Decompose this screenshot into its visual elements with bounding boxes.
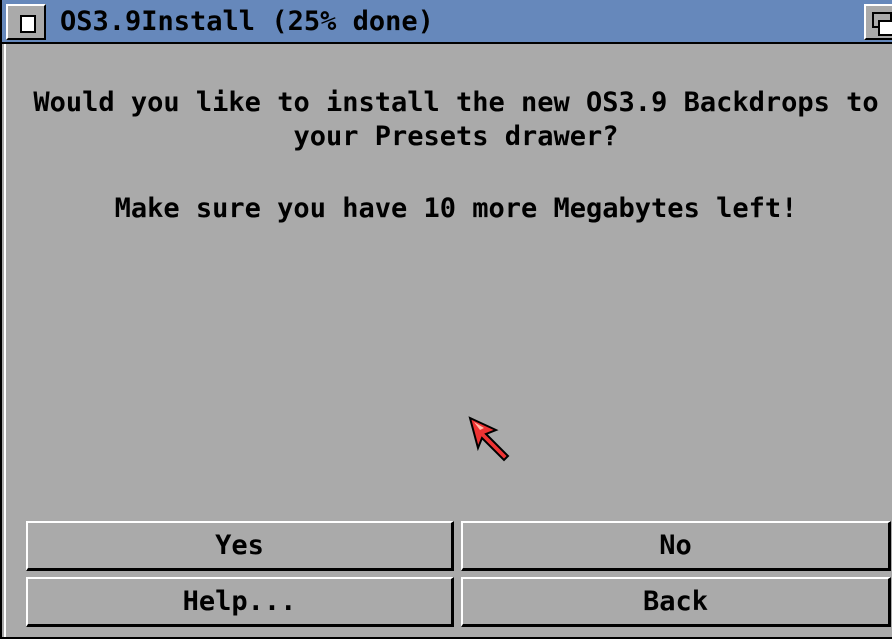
- back-button[interactable]: Back: [461, 577, 891, 627]
- mouse-pointer-icon: [468, 416, 510, 462]
- installer-window: OS3.9Install (25% done) Would you like t…: [0, 0, 892, 639]
- title-bar[interactable]: OS3.9Install (25% done): [2, 0, 892, 44]
- help-button[interactable]: Help...: [26, 577, 454, 627]
- close-icon: [20, 15, 36, 33]
- depth-gadget[interactable]: [864, 4, 892, 40]
- window-left-border: [4, 44, 10, 637]
- disk-space-warning: Make sure you have 10 more Megabytes lef…: [114, 193, 798, 224]
- window-title: OS3.9Install (25% done): [60, 6, 434, 37]
- dialog-message: Would you like to install the new OS3.9 …: [18, 86, 892, 226]
- depth-front-square: [878, 20, 892, 36]
- yes-button[interactable]: Yes: [26, 521, 454, 571]
- no-button[interactable]: No: [461, 521, 891, 571]
- close-gadget[interactable]: [6, 4, 46, 40]
- install-question: Would you like to install the new OS3.9 …: [33, 87, 879, 152]
